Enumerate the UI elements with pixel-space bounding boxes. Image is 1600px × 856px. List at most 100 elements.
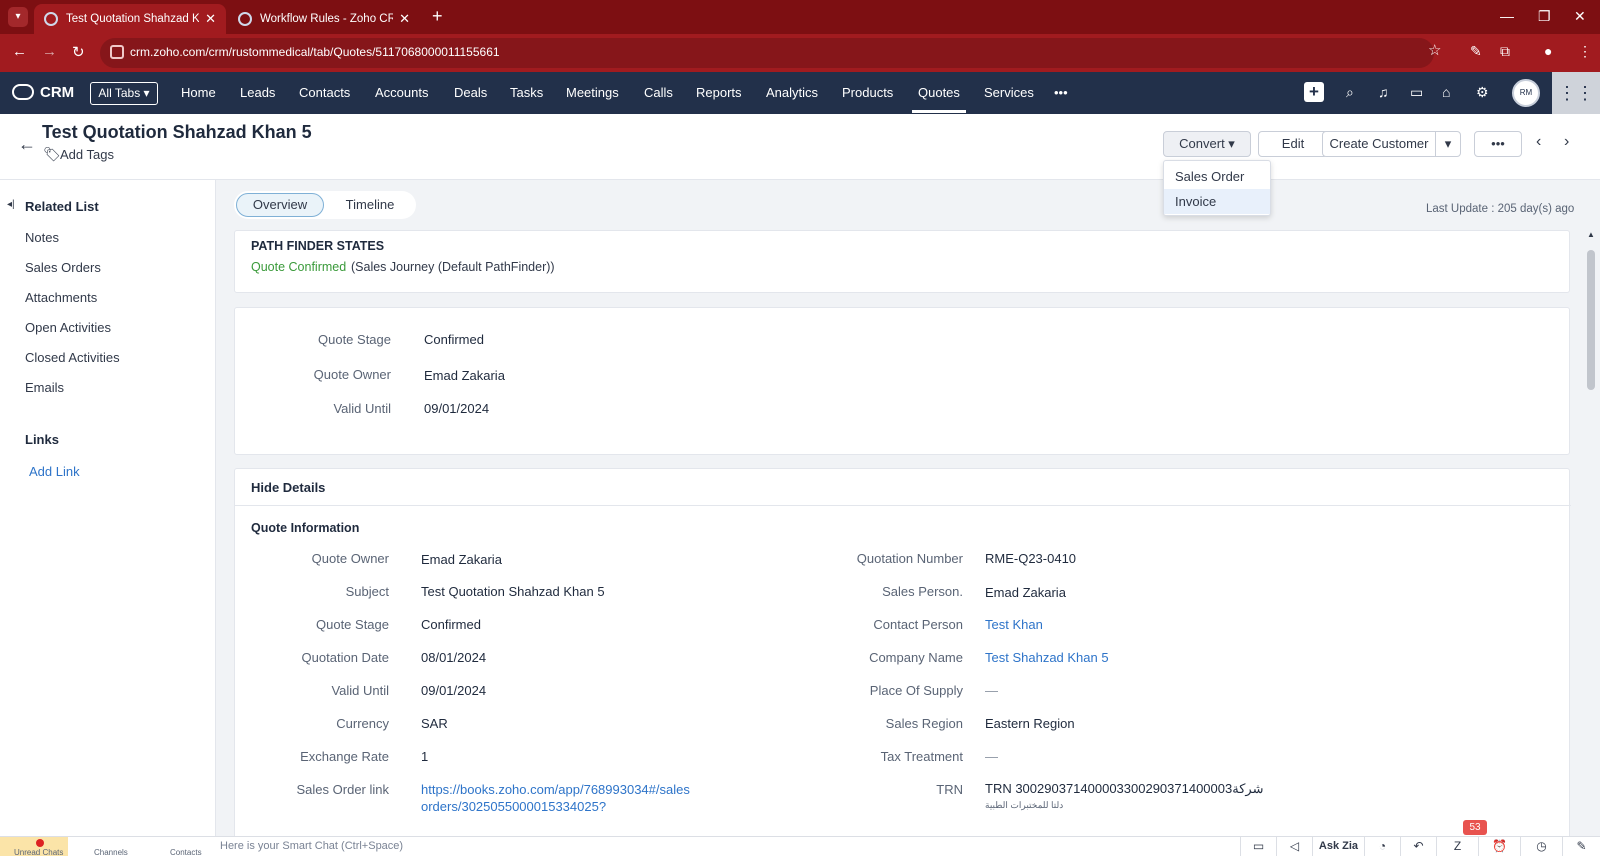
feedback-icon[interactable]: ✎ (1562, 837, 1600, 856)
field-value[interactable]: TRN 300290371400003300290371400003شركة (985, 781, 1263, 797)
sidebar-item-open-activities[interactable]: Open Activities (25, 320, 111, 335)
field-value[interactable]: — (985, 749, 998, 764)
nav-leads[interactable]: Leads (240, 85, 275, 100)
calendar-icon[interactable]: ▭ (1410, 84, 1423, 101)
extensions-icon[interactable]: ⧉ (1500, 43, 1510, 60)
scroll-thumb[interactable] (1587, 250, 1595, 390)
sidebar-item-closed-activities[interactable]: Closed Activities (25, 350, 120, 365)
nav-deals[interactable]: Deals (454, 85, 487, 100)
sidebar-item-sales-orders[interactable]: Sales Orders (25, 260, 101, 275)
tab-timeline[interactable]: Timeline (330, 193, 410, 217)
summary-value[interactable]: 09/01/2024 (424, 401, 489, 416)
field-value[interactable]: SAR (421, 716, 448, 731)
field-value[interactable]: RME-Q23-0410 (985, 551, 1076, 566)
nav-analytics[interactable]: Analytics (766, 85, 818, 100)
history-icon[interactable]: ◷ (1520, 837, 1562, 856)
sidebar-item-notes[interactable]: Notes (25, 230, 59, 245)
zia-assistant-icon[interactable]: Z (1436, 837, 1478, 856)
contacts-button[interactable]: Contacts (164, 837, 220, 856)
quick-create-button[interactable]: + (1304, 82, 1324, 102)
new-tab-button[interactable]: + (432, 6, 443, 27)
pen-icon[interactable]: ✎ (1470, 43, 1482, 60)
site-info-icon[interactable] (110, 45, 124, 59)
close-tab-icon[interactable]: ✕ (399, 11, 410, 27)
tab-search-button[interactable]: ▾ (8, 7, 28, 27)
back-arrow-icon[interactable]: ← (18, 134, 36, 155)
nav-meetings[interactable]: Meetings (566, 85, 619, 100)
close-tab-icon[interactable]: ✕ (205, 11, 216, 27)
nav-contacts[interactable]: Contacts (299, 85, 350, 100)
tag-icon[interactable]: 🏷 (43, 146, 61, 163)
browser-menu-icon[interactable]: ⋮ (1578, 43, 1592, 60)
nav-home[interactable]: Home (181, 85, 216, 100)
all-tabs-button[interactable]: All Tabs ▾ (90, 82, 158, 105)
summary-value[interactable]: Emad Zakaria (424, 368, 505, 383)
undo-icon[interactable]: ↶ (1400, 837, 1436, 856)
field-value[interactable]: 08/01/2024 (421, 650, 486, 665)
sales-order-link[interactable]: https://books.zoho.com/app/768993034#/sa… (421, 782, 690, 797)
field-value[interactable]: 09/01/2024 (421, 683, 486, 698)
profile-icon[interactable]: ● (1544, 43, 1552, 59)
zia-icon[interactable]: ◔ (1364, 837, 1400, 856)
field-value[interactable]: 1 (421, 749, 428, 764)
field-value[interactable]: Eastern Region (985, 716, 1075, 731)
ask-zia-button[interactable]: Ask Zia (1312, 837, 1364, 856)
more-actions-button[interactable]: ••• (1474, 131, 1522, 157)
sidebar-item-attachments[interactable]: Attachments (25, 290, 97, 305)
create-customer-dropdown[interactable]: ▾ (1435, 131, 1461, 157)
sales-order-link-cont[interactable]: orders/3025055000015334025? (421, 799, 606, 814)
nav-calls[interactable]: Calls (644, 85, 673, 100)
unread-chats-button[interactable]: Unread Chats (0, 837, 68, 856)
field-value[interactable]: Emad Zakaria (421, 552, 502, 567)
bookmark-star-icon[interactable]: ☆ (1428, 41, 1441, 59)
field-value[interactable]: Emad Zakaria (985, 585, 1066, 600)
convert-button[interactable]: Convert ▾ (1163, 131, 1251, 157)
reload-icon[interactable]: ↻ (72, 43, 85, 61)
menu-item-invoice[interactable]: Invoice (1164, 189, 1270, 214)
hide-details-link[interactable]: Hide Details (251, 480, 325, 495)
field-value[interactable]: Test Quotation Shahzad Khan 5 (421, 584, 605, 599)
address-bar[interactable]: crm.zoho.com/crm/rustommedical/tab/Quote… (100, 38, 1434, 68)
menu-item-sales-order[interactable]: Sales Order (1164, 164, 1270, 189)
scroll-up-icon[interactable]: ▲ (1587, 230, 1595, 239)
company-name-link[interactable]: Test Shahzad Khan 5 (985, 650, 1109, 665)
nav-accounts[interactable]: Accounts (375, 85, 428, 100)
back-icon[interactable]: ← (12, 43, 27, 60)
create-customer-button[interactable]: Create Customer (1322, 131, 1436, 157)
browser-tab-active[interactable]: Test Quotation Shahzad Khan 5 ✕ (34, 4, 226, 34)
summary-value[interactable]: Confirmed (424, 332, 484, 347)
settings-gear-icon[interactable]: ⚙ (1476, 84, 1489, 101)
add-tags-link[interactable]: Add Tags (60, 147, 114, 162)
nav-services[interactable]: Services (984, 85, 1034, 100)
announcement-icon[interactable]: ◁ (1276, 837, 1312, 856)
nav-more[interactable]: ••• (1054, 85, 1068, 100)
edit-button[interactable]: Edit (1258, 131, 1328, 157)
notification-bell-icon[interactable]: ♫ (1378, 84, 1389, 100)
search-icon[interactable]: ⌕ (1346, 84, 1354, 101)
screen-icon[interactable]: ▭ (1240, 837, 1276, 856)
field-value[interactable]: Confirmed (421, 617, 481, 632)
nav-products[interactable]: Products (842, 85, 893, 100)
marketplace-icon[interactable]: ⌂ (1442, 84, 1450, 100)
close-window-icon[interactable]: ✕ (1574, 8, 1586, 25)
browser-tab[interactable]: Workflow Rules - Zoho CRM ✕ (228, 4, 420, 34)
nav-tasks[interactable]: Tasks (510, 85, 543, 100)
forward-icon[interactable]: → (42, 43, 57, 60)
minimize-icon[interactable]: — (1500, 8, 1514, 24)
add-link[interactable]: Add Link (29, 464, 80, 479)
channels-button[interactable]: Channels (84, 837, 140, 856)
restore-icon[interactable]: ❐ (1538, 8, 1551, 25)
contact-person-link[interactable]: Test Khan (985, 617, 1043, 632)
nav-quotes[interactable]: Quotes (912, 85, 966, 113)
nav-reports[interactable]: Reports (696, 85, 742, 100)
user-avatar[interactable]: RM (1512, 79, 1540, 107)
field-value[interactable]: — (985, 683, 998, 698)
next-record-icon[interactable]: › (1564, 133, 1569, 151)
collapse-sidebar-icon[interactable]: ◂| (7, 199, 15, 210)
scrollbar[interactable]: ▲ (1582, 230, 1600, 836)
sidebar-item-emails[interactable]: Emails (25, 380, 64, 395)
tab-overview[interactable]: Overview (236, 193, 324, 217)
previous-record-icon[interactable]: ‹ (1536, 133, 1541, 151)
apps-grid-icon[interactable]: ⋮⋮ (1552, 72, 1600, 114)
alarm-clock-icon[interactable]: ⏰ (1478, 837, 1520, 856)
